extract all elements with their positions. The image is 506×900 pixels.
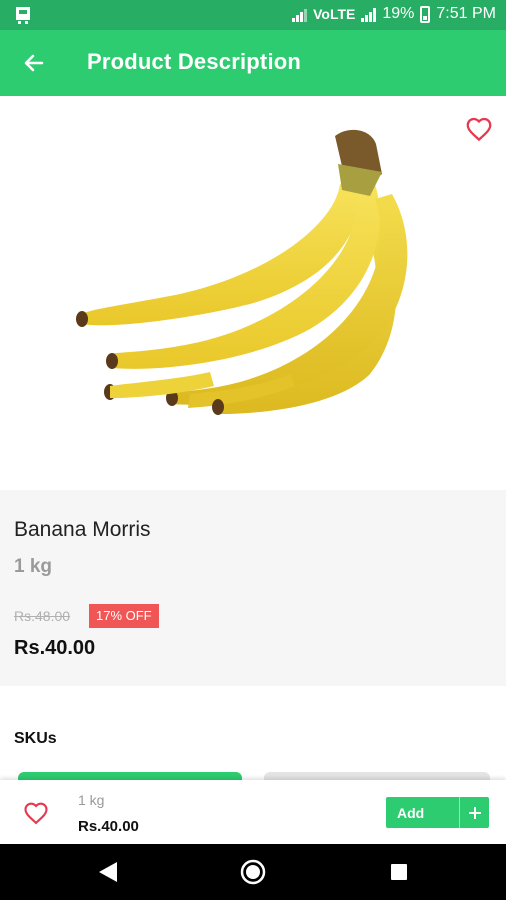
network-label: VoLTE — [313, 6, 356, 22]
product-price: Rs.40.00 — [14, 637, 96, 659]
banana-bunch-image — [76, 129, 408, 415]
product-unit: 1 kg — [14, 556, 53, 577]
square-recents-icon — [391, 864, 407, 880]
cart-bar: 1 kg Rs.40.00 Add — [0, 780, 506, 844]
sku-section-title: SKUs — [14, 730, 57, 747]
product-name: Banana Morris — [14, 518, 151, 541]
add-button-label: Add — [397, 804, 425, 821]
status-bar: VoLTE 19% 7:51 PM — [0, 0, 506, 30]
circle-home-icon — [240, 859, 266, 885]
heart-outline-icon[interactable] — [464, 114, 494, 144]
battery-icon — [420, 5, 431, 23]
triangle-back-icon — [99, 862, 117, 882]
status-time: 7:51 PM — [436, 5, 496, 22]
nav-recents-button[interactable] — [385, 858, 413, 886]
product-info: Banana Morris 1 kg Rs.48.00 17% OFF Rs.4… — [0, 490, 506, 686]
arrow-left-icon — [24, 54, 44, 72]
system-nav-bar — [0, 844, 506, 900]
product-mrp: Rs.48.00 — [14, 608, 71, 624]
discount-badge: 17% OFF — [89, 604, 159, 628]
signal-icon-2 — [361, 6, 377, 22]
product-image-area — [0, 96, 506, 490]
nav-home-button[interactable] — [239, 858, 267, 886]
signal-icon — [292, 6, 308, 22]
app-bar: Product Description — [0, 30, 506, 96]
page-title: Product Description — [87, 49, 302, 74]
battery-percent: 19% — [382, 5, 415, 22]
cart-price: Rs.40.00 — [78, 818, 139, 835]
plus-icon[interactable] — [459, 797, 489, 828]
nav-back-button[interactable] — [94, 858, 122, 886]
cart-unit: 1 kg — [78, 792, 105, 808]
notification-icon — [16, 7, 30, 24]
heart-outline-icon[interactable] — [22, 799, 50, 827]
add-to-cart-button[interactable]: Add — [386, 797, 489, 828]
back-button[interactable] — [14, 43, 54, 83]
